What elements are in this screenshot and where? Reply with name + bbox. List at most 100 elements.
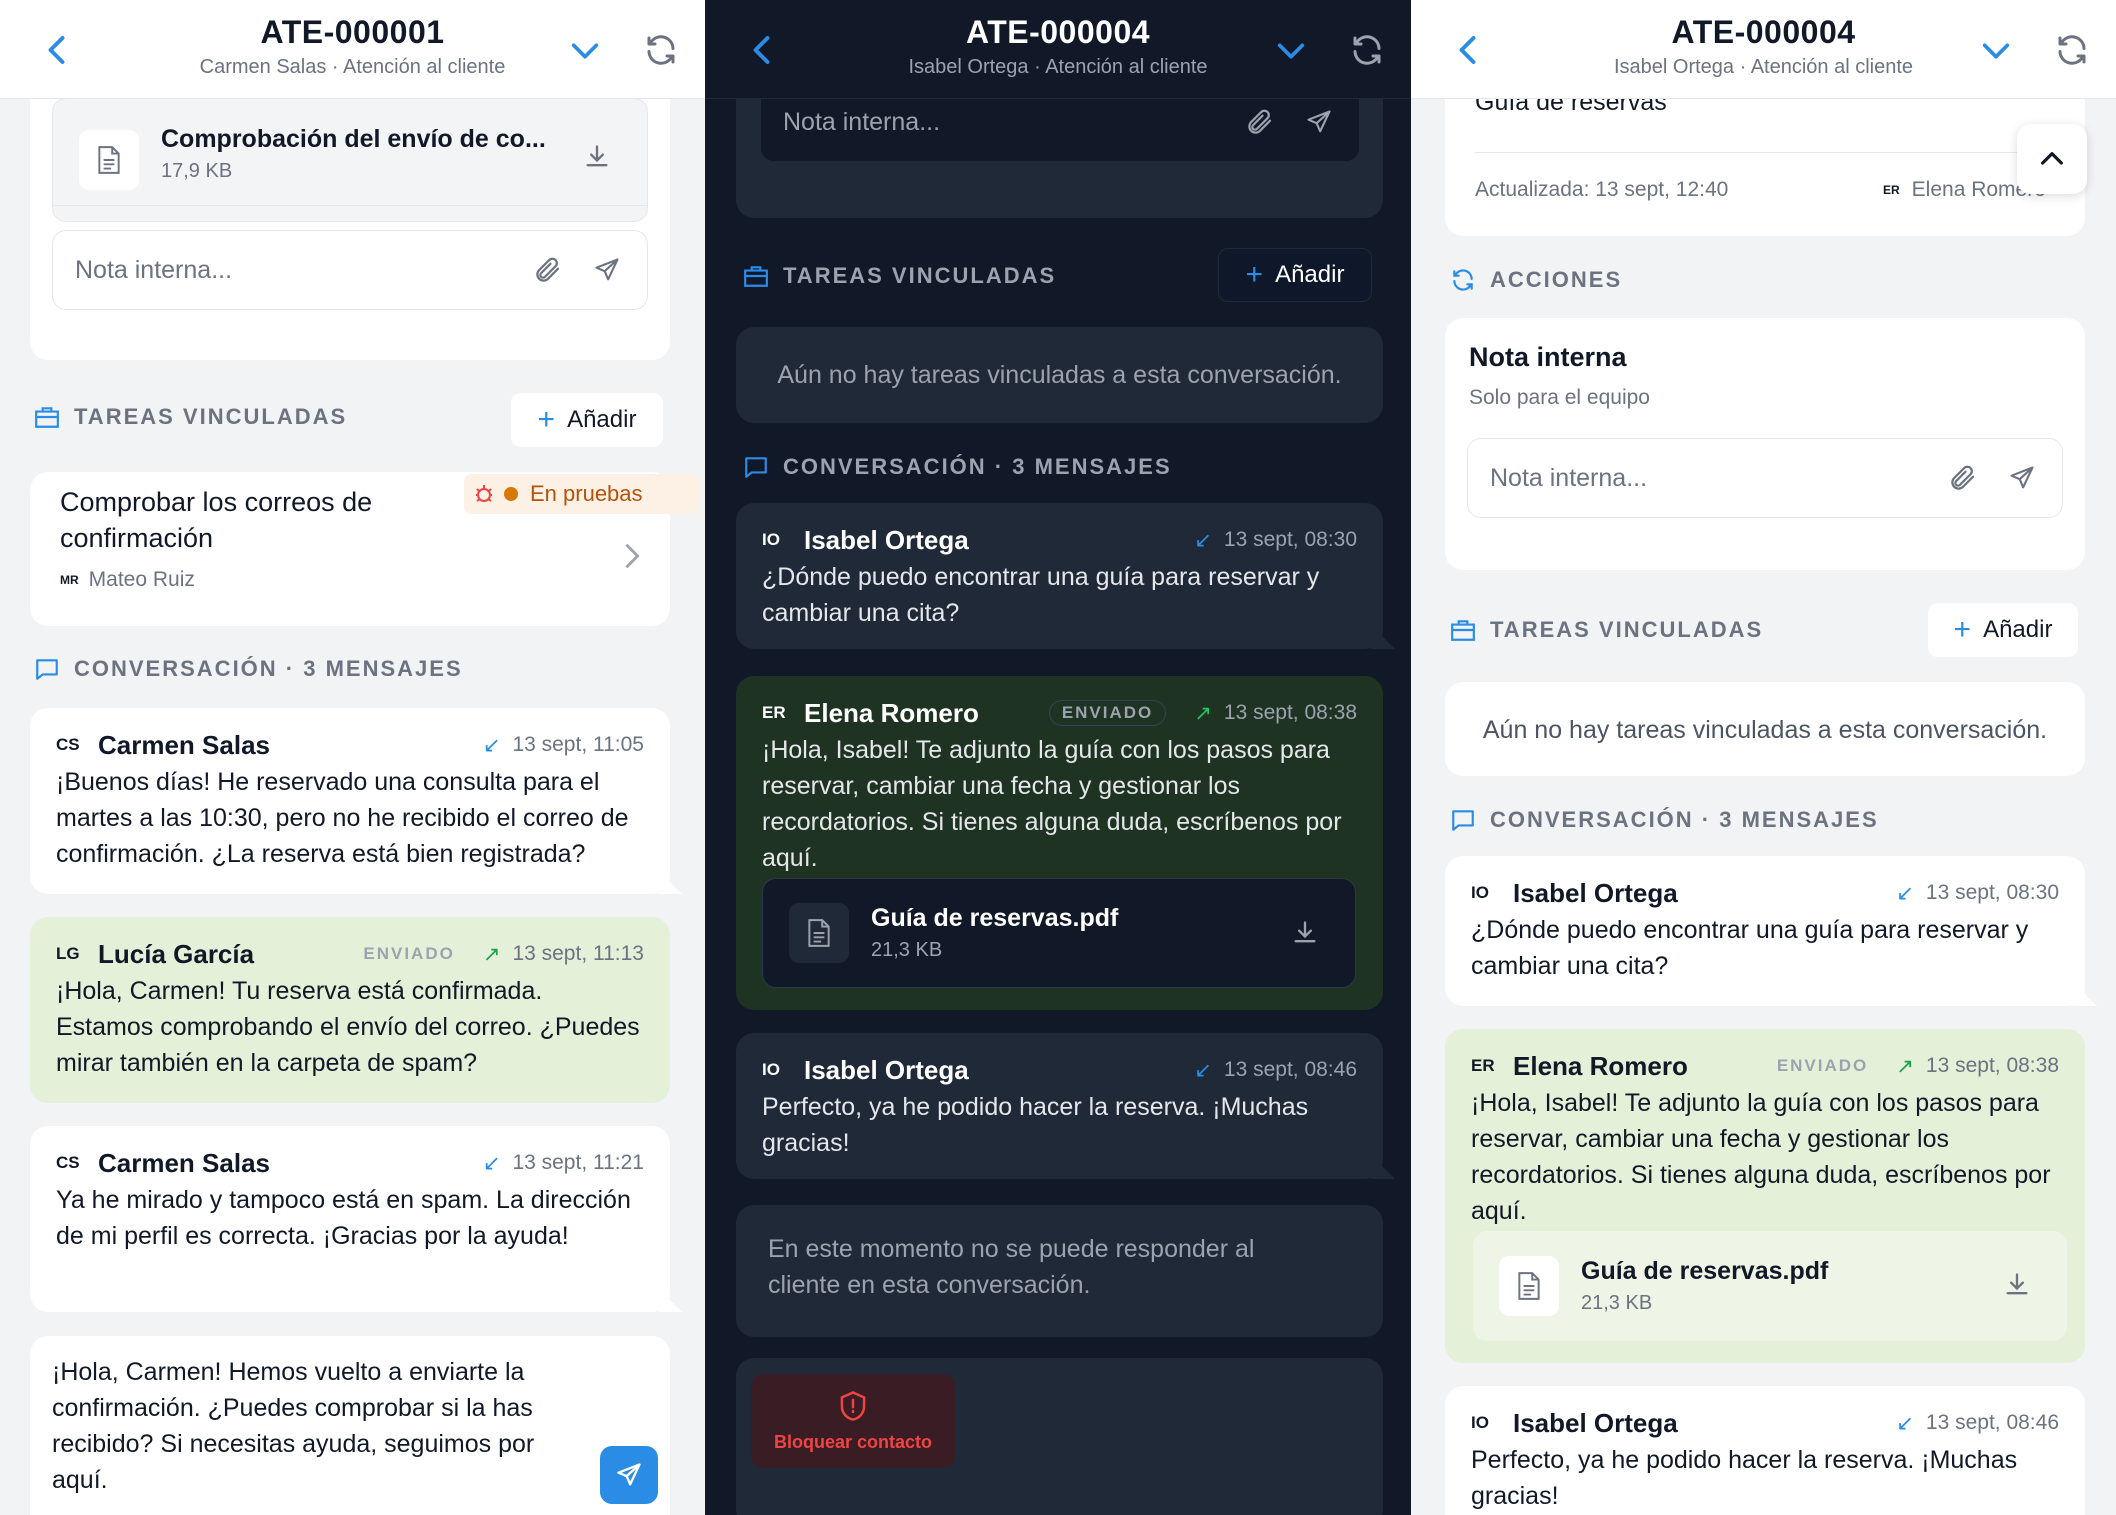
- reply-composer[interactable]: ¡Hola, Carmen! Hemos vuelto a enviarte l…: [30, 1336, 670, 1515]
- paperclip-icon[interactable]: [1245, 107, 1275, 137]
- message-body: ¡Hola, Isabel! Te adjunto la guía con lo…: [1471, 1089, 2051, 1225]
- message-author: Carmen Salas: [98, 729, 270, 760]
- chevron-up-icon: [2041, 152, 2063, 165]
- add-task-button[interactable]: + Añadir: [1928, 603, 2078, 657]
- refresh-icon[interactable]: [2054, 32, 2090, 68]
- file-size: 21,3 KB: [871, 939, 943, 961]
- chevron-down-icon[interactable]: [565, 34, 605, 68]
- message-time: 13 sept, 08:46: [1925, 1411, 2059, 1434]
- incoming-arrow-icon: ↙: [1896, 1411, 1914, 1435]
- avatar: CS: [56, 735, 80, 754]
- chevron-down-icon[interactable]: [1976, 34, 2016, 68]
- message-body: Perfecto, ya he podido hacer la reserva.…: [762, 1093, 1309, 1157]
- send-icon[interactable]: [1305, 108, 1333, 136]
- internal-note-input[interactable]: Nota interna...: [1467, 438, 2063, 518]
- message-body: ¡Buenos días! He reservado una consulta …: [56, 768, 629, 868]
- actions-label: ACCIONES: [1490, 267, 1623, 292]
- conversation-panel-3: ATE-000004 Isabel Ortega · Atención al c…: [1411, 0, 2116, 1515]
- message-author: Isabel Ortega: [1513, 1407, 1678, 1438]
- send-button[interactable]: [600, 1446, 658, 1504]
- chevron-down-icon[interactable]: [1271, 34, 1311, 68]
- message-body: ¡Hola, Isabel! Te adjunto la guía con lo…: [762, 736, 1342, 872]
- conversation-label: CONVERSACIÓN · 3 MENSAJES: [74, 656, 463, 681]
- sent-badge: ENVIADO: [1776, 1056, 1869, 1075]
- tasks-section-label: TAREAS VINCULADAS: [34, 404, 347, 430]
- message-body: Ya he mirado y tampoco está en spam. La …: [56, 1186, 631, 1250]
- updated-at: Actualizada: 13 sept, 12:40: [1475, 178, 1729, 201]
- avatar: IO: [1471, 1413, 1489, 1432]
- incoming-arrow-icon: ↙: [1194, 1058, 1212, 1082]
- attachment[interactable]: Comprobación del envío de co... 17,9 KB: [52, 98, 648, 222]
- file-size: 21,3 KB: [1581, 1292, 1653, 1314]
- file-name: Guía de reservas.pdf: [871, 904, 1119, 932]
- chat-icon: [36, 659, 58, 680]
- send-icon[interactable]: [2008, 464, 2036, 492]
- message: ER Elena Romero ENVIADO ↗ 13 sept, 08:38 ¡Ho…: [1445, 1029, 2085, 1363]
- paperclip-icon[interactable]: [533, 255, 563, 285]
- message: IO Isabel Ortega ↙ 13 sept, 08:46 Perfecto,…: [736, 1033, 1395, 1179]
- actions-section-label: ACCIONES: [1450, 267, 1622, 293]
- tasks-label: TAREAS VINCULADAS: [74, 404, 348, 429]
- briefcase-icon: [1451, 620, 1475, 641]
- message: LG Lucía García ENVIADO ↗ 13 sept, 11:13 ¡Ho…: [30, 917, 670, 1103]
- avatar: LG: [56, 944, 80, 963]
- document-icon: [1499, 1256, 1559, 1316]
- briefcase-icon: [744, 266, 768, 287]
- actions-card: Bloquear contacto: [736, 1358, 1383, 1515]
- block-contact-button[interactable]: Bloquear contacto: [751, 1374, 955, 1468]
- header: ATE-000001 Carmen Salas · Atención al cl…: [0, 0, 705, 99]
- incoming-arrow-icon: ↙: [1194, 528, 1212, 552]
- incoming-arrow-icon: ↙: [482, 1151, 501, 1175]
- outgoing-arrow-icon: ↗: [482, 942, 501, 966]
- attachment[interactable]: Guía de reservas.pdf 21,3 KB: [1473, 1231, 2067, 1341]
- paperclip-icon[interactable]: [1948, 463, 1978, 493]
- add-label: Añadir: [567, 406, 637, 433]
- add-task-button[interactable]: + Añadir: [1218, 248, 1372, 302]
- message: CS Carmen Salas ↙ 13 sept, 11:21 Ya he mira…: [30, 1126, 682, 1312]
- add-label: Añadir: [1983, 616, 2053, 643]
- message-author: Lucía García: [98, 938, 255, 969]
- scroll-top-button[interactable]: [2017, 124, 2087, 194]
- task-card[interactable]: Comprobar los correos de confirmación En…: [30, 472, 700, 626]
- chat-icon: [745, 457, 767, 478]
- note-placeholder: Nota interna...: [1490, 463, 1648, 492]
- outgoing-arrow-icon: ↗: [1194, 701, 1212, 725]
- message-time: 13 sept, 08:38: [1925, 1054, 2059, 1077]
- message-time: 13 sept, 08:30: [1925, 881, 2059, 904]
- empty-tasks: Aún no hay tareas vinculadas a esta conv…: [1445, 682, 2085, 776]
- download-icon[interactable]: [583, 143, 611, 171]
- tasks-section-label: TAREAS VINCULADAS: [743, 263, 1056, 289]
- file-size: 17,9 KB: [161, 160, 233, 182]
- plus-icon: +: [1245, 258, 1264, 291]
- send-icon[interactable]: [593, 256, 621, 284]
- internal-note-input[interactable]: Nota interna...: [52, 230, 648, 310]
- refresh-icon[interactable]: [1349, 32, 1385, 68]
- refresh-icon[interactable]: [643, 32, 679, 68]
- chevron-right-icon: [625, 543, 640, 569]
- message-author: Isabel Ortega: [804, 524, 969, 555]
- attachment[interactable]: Guía de reservas.pdf 21,3 KB: [762, 878, 1356, 988]
- tasks-label: TAREAS VINCULADAS: [783, 263, 1057, 288]
- sent-badge: ENVIADO: [1048, 700, 1167, 726]
- avatar: CS: [56, 1153, 80, 1172]
- header: ATE-000004 Isabel Ortega · Atención al c…: [1411, 0, 2116, 99]
- tasks-label: TAREAS VINCULADAS: [1490, 617, 1764, 642]
- reply-disabled-notice: En este momento no se puede responder al…: [736, 1205, 1383, 1337]
- file-name: Guía de reservas.pdf: [1581, 1257, 1829, 1285]
- download-icon[interactable]: [1291, 919, 1319, 947]
- download-icon[interactable]: [2003, 1271, 2031, 1299]
- refresh-arrows-icon: [1453, 269, 1473, 291]
- add-task-button[interactable]: + Añadir: [511, 393, 663, 447]
- reply-text[interactable]: ¡Hola, Carmen! Hemos vuelto a enviarte l…: [52, 1354, 592, 1498]
- assignee: Mateo Ruiz: [88, 568, 195, 591]
- message-body: Perfecto, ya he podido hacer la reserva.…: [1471, 1446, 2018, 1510]
- conversation-section-label: CONVERSACIÓN · 3 MENSAJES: [743, 454, 1172, 480]
- sent-badge: ENVIADO: [363, 944, 455, 963]
- send-icon: [617, 1463, 641, 1486]
- conversation-section-label: CONVERSACIÓN · 3 MENSAJES: [1450, 807, 1879, 833]
- message-time: 13 sept, 08:46: [1223, 1058, 1357, 1081]
- note-subtitle: Solo para el equipo: [1469, 386, 1650, 409]
- message-time: 13 sept, 11:05: [512, 733, 644, 756]
- message-author: Isabel Ortega: [804, 1054, 969, 1085]
- avatar: ER: [1883, 183, 1900, 197]
